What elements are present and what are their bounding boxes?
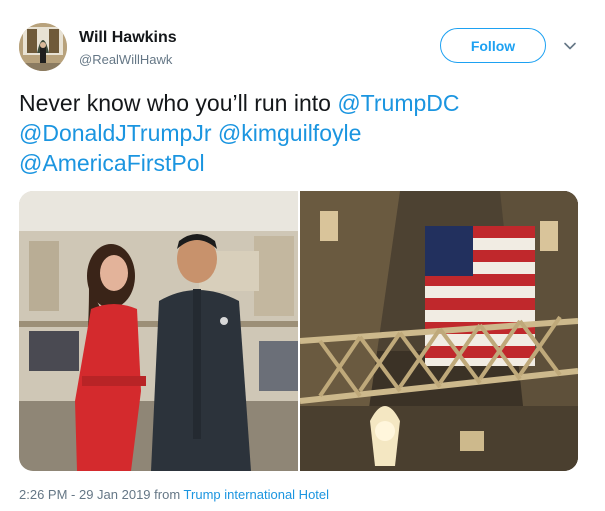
mention-kimguilfoyle[interactable]: @kimguilfoyle xyxy=(218,120,362,146)
follow-button[interactable]: Follow xyxy=(440,28,546,63)
mention-donaldjtrumpjr[interactable]: @DonaldJTrumpJr xyxy=(19,120,212,146)
mention-trumpdc[interactable]: @TrumpDC xyxy=(337,90,459,116)
media-gallery xyxy=(19,191,578,471)
tweet-timestamp[interactable]: 2:26 PM - 29 Jan 2019 xyxy=(19,487,151,502)
tweet-header: Will Hawkins @RealWillHawk Follow xyxy=(19,19,589,75)
avatar[interactable] xyxy=(19,23,67,71)
chevron-down-icon[interactable] xyxy=(563,39,577,53)
tweet-text-segment: Never know who you’ll run into xyxy=(19,90,338,116)
user-name[interactable]: Will Hawkins xyxy=(79,29,177,47)
tweet-text: Never know who you’ll run into @TrumpDC … xyxy=(19,88,589,178)
mention-americafirstpol[interactable]: @AmericaFirstPol xyxy=(19,150,205,176)
photo-lobby[interactable] xyxy=(19,191,298,471)
photo-lobby-image xyxy=(19,191,298,471)
footer-from: from xyxy=(154,487,181,502)
photo-atrium-image xyxy=(300,191,578,471)
tweet-footer: 2:26 PM - 29 Jan 2019 from Trump interna… xyxy=(19,487,329,502)
tweet-location[interactable]: Trump international Hotel xyxy=(184,487,329,502)
user-handle[interactable]: @RealWillHawk xyxy=(79,52,172,67)
photo-atrium[interactable] xyxy=(300,191,578,471)
avatar-image xyxy=(19,23,67,71)
